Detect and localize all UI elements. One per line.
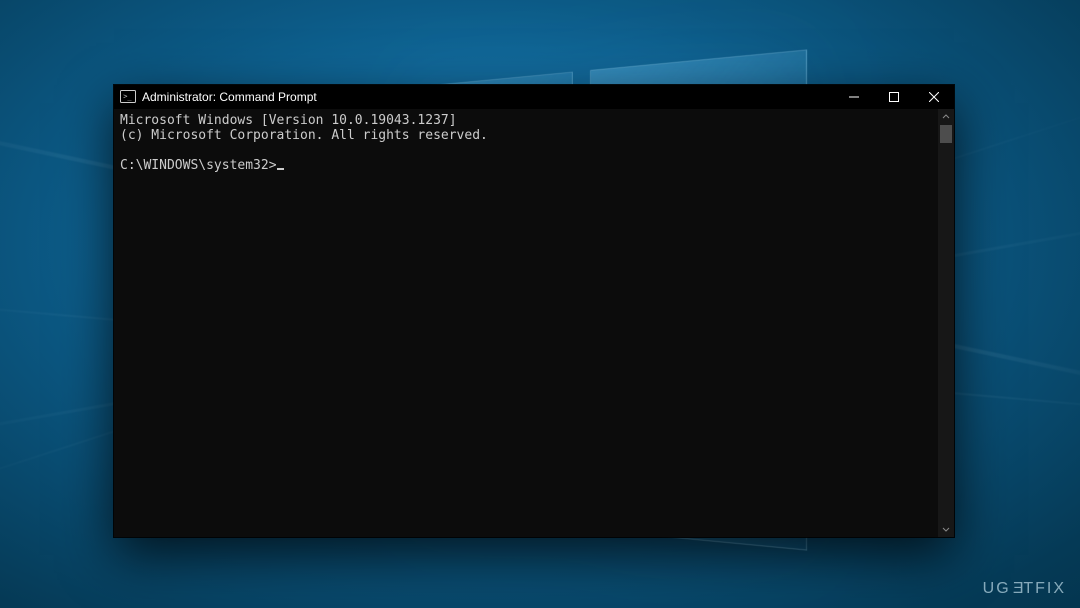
command-prompt-icon: >_	[120, 89, 136, 105]
console-output[interactable]: Microsoft Windows [Version 10.0.19043.12…	[114, 109, 938, 537]
watermark-segment: UG	[983, 580, 1011, 597]
watermark-text: UGETFIX	[983, 580, 1066, 598]
scroll-down-button[interactable]	[938, 521, 954, 537]
minimize-button[interactable]	[834, 85, 874, 109]
command-prompt-window: >_ Administrator: Command Prompt	[114, 85, 954, 537]
window-controls	[834, 85, 954, 109]
scrollbar-thumb[interactable]	[940, 125, 952, 143]
window-title: Administrator: Command Prompt	[142, 90, 317, 104]
close-button[interactable]	[914, 85, 954, 109]
maximize-button[interactable]	[874, 85, 914, 109]
text-cursor	[277, 168, 284, 170]
maximize-icon	[889, 92, 899, 102]
watermark-segment: E	[1011, 580, 1024, 598]
chevron-down-icon	[942, 525, 950, 533]
close-icon	[929, 92, 939, 102]
scroll-up-button[interactable]	[938, 109, 954, 125]
minimize-icon	[849, 92, 859, 102]
console-line: Microsoft Windows [Version 10.0.19043.12…	[120, 113, 457, 128]
svg-text:>_: >_	[123, 93, 132, 101]
titlebar[interactable]: >_ Administrator: Command Prompt	[114, 85, 954, 109]
watermark-segment: TFIX	[1023, 580, 1066, 597]
vertical-scrollbar[interactable]	[938, 109, 954, 537]
console-prompt: C:\WINDOWS\system32>	[120, 158, 277, 173]
chevron-up-icon	[942, 113, 950, 121]
console-line: (c) Microsoft Corporation. All rights re…	[120, 128, 488, 143]
